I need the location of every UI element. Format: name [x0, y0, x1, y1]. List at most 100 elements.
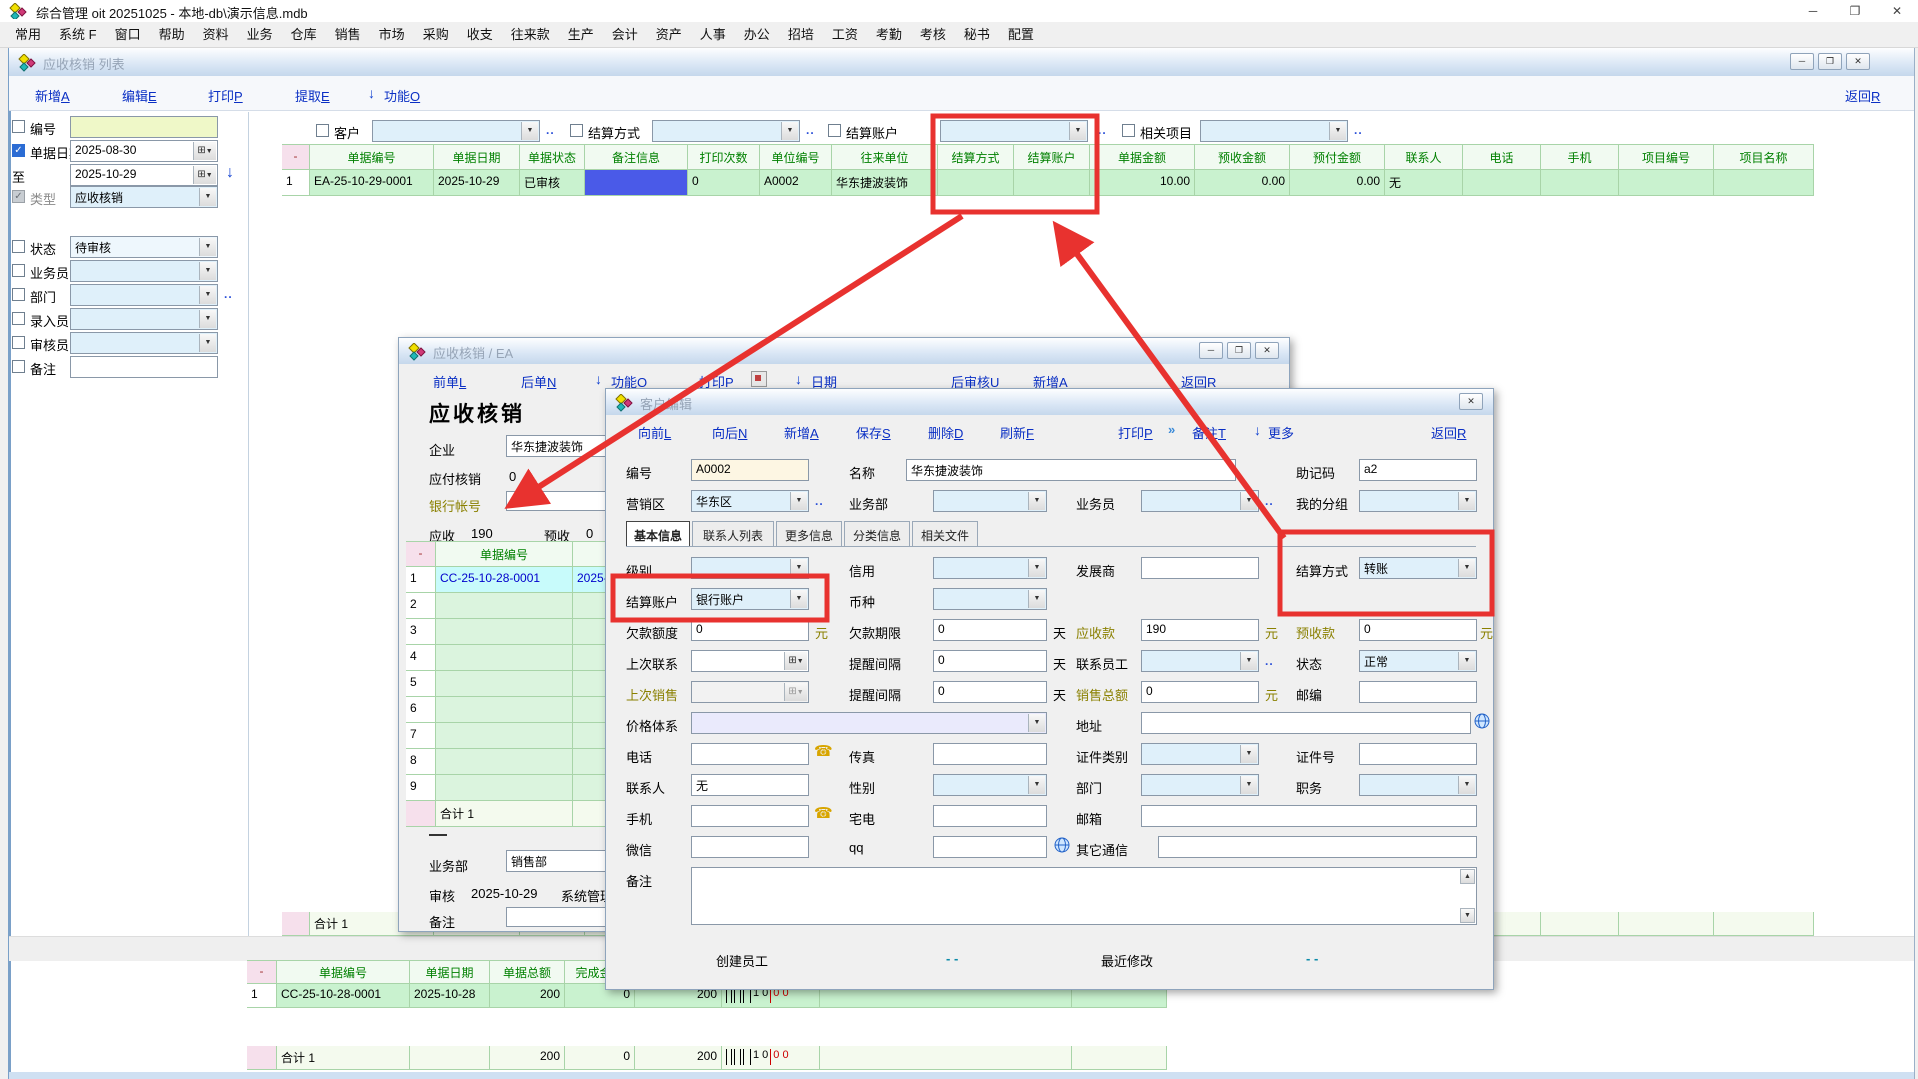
chevron-down-icon[interactable]: ▼: [790, 492, 807, 510]
debt-limit-input[interactable]: 0: [691, 619, 809, 641]
settle-method-lookup-button[interactable]: ..: [806, 123, 815, 137]
column-header[interactable]: 单位编号: [760, 144, 832, 170]
menu-item[interactable]: 秘书: [955, 22, 999, 47]
filter-code-input[interactable]: [70, 116, 218, 138]
filter-status-combo[interactable]: 待审核▼: [70, 236, 218, 258]
cert-no-input[interactable]: [1359, 743, 1477, 765]
code-input[interactable]: A0002: [691, 459, 809, 481]
column-header[interactable]: 联系人: [1385, 144, 1463, 170]
group-combo[interactable]: ▼: [1359, 490, 1477, 512]
chevron-down-icon[interactable]: ▼: [199, 262, 216, 280]
name-input[interactable]: 华东捷波装饰: [906, 459, 1236, 481]
column-header[interactable]: 手机: [1541, 144, 1619, 170]
credit-combo[interactable]: ▼: [933, 557, 1047, 579]
chevron-down-icon[interactable]: ▼: [1458, 652, 1475, 670]
contact-input[interactable]: 无: [691, 774, 809, 796]
filter-note-checkbox[interactable]: [12, 360, 25, 373]
menu-item[interactable]: 市场: [370, 22, 414, 47]
list-close-icon[interactable]: ✕: [1846, 53, 1870, 70]
chevron-down-icon[interactable]: ▼: [1458, 776, 1475, 794]
print-button[interactable]: 打印P: [1118, 423, 1153, 442]
filter-code-checkbox[interactable]: [12, 120, 25, 133]
region-combo[interactable]: 华东区▼: [691, 490, 809, 512]
menu-item[interactable]: 会计: [603, 22, 647, 47]
filter-date-to-input[interactable]: 2025-10-29⊞▼: [70, 164, 218, 186]
list-minimize-icon[interactable]: ─: [1790, 53, 1814, 70]
settle-account-lookup-button[interactable]: ..: [1098, 123, 1107, 137]
column-header[interactable]: 单据编号: [436, 541, 573, 567]
tab-more-info[interactable]: 更多信息: [776, 521, 842, 547]
filter-date-checkbox[interactable]: ✓: [12, 144, 25, 157]
contact-emp-combo[interactable]: ▼: [1141, 650, 1259, 672]
menu-item[interactable]: 收支: [458, 22, 502, 47]
prev-doc-button[interactable]: 前单L: [433, 372, 466, 391]
level-combo[interactable]: ▼: [691, 557, 809, 579]
globe-icon[interactable]: [1474, 713, 1491, 730]
tab-basic-info[interactable]: 基本信息: [626, 521, 690, 547]
chevron-down-icon[interactable]: ▼: [1240, 492, 1257, 510]
chevron-down-icon[interactable]: ▼: [1028, 714, 1045, 732]
chevron-down-icon[interactable]: ▼: [199, 286, 216, 304]
project-filter-checkbox[interactable]: [1122, 124, 1135, 137]
filter-dept-checkbox[interactable]: [12, 288, 25, 301]
cert-type-combo[interactable]: ▼: [1141, 743, 1259, 765]
chevron-down-icon[interactable]: ▼: [781, 122, 798, 140]
price-system-combo[interactable]: ▼: [691, 712, 1047, 734]
chevron-down-icon[interactable]: ▼: [1240, 776, 1257, 794]
address-input[interactable]: [1141, 712, 1471, 734]
print-preview-icon[interactable]: [751, 371, 767, 387]
tab-related-files[interactable]: 相关文件: [912, 521, 978, 547]
home-phone-input[interactable]: [933, 805, 1047, 827]
menu-item[interactable]: 窗口: [106, 22, 150, 47]
print-button[interactable]: 打印P: [208, 86, 243, 105]
project-filter-combo[interactable]: ▼: [1200, 120, 1348, 142]
menu-item[interactable]: 工资: [823, 22, 867, 47]
customer-lookup-button[interactable]: ..: [546, 123, 555, 137]
gender-combo[interactable]: ▼: [933, 774, 1047, 796]
column-header[interactable]: 打印次数: [688, 144, 760, 170]
salesman-lookup-button[interactable]: ..: [1265, 494, 1274, 508]
filter-salesman-combo[interactable]: ▼: [70, 260, 218, 282]
column-header[interactable]: -: [406, 541, 436, 567]
chevron-down-icon[interactable]: ▼: [790, 590, 807, 608]
filter-date-from-input[interactable]: 2025-08-30⊞▼: [70, 140, 218, 162]
menu-item[interactable]: 考核: [911, 22, 955, 47]
apply-date-arrow-icon[interactable]: ↓: [226, 164, 234, 182]
chevron-down-icon[interactable]: ▼: [790, 559, 807, 577]
scroll-down-icon[interactable]: ▼: [1460, 908, 1475, 923]
filter-entry-combo[interactable]: ▼: [70, 308, 218, 330]
mnemonic-input[interactable]: a2: [1359, 459, 1477, 481]
chevron-down-icon[interactable]: ▼: [199, 188, 216, 206]
chevron-down-icon[interactable]: ▼: [1458, 559, 1475, 577]
prev-button[interactable]: 向前L: [638, 423, 671, 442]
column-header[interactable]: -: [282, 144, 310, 170]
more-tools-icon[interactable]: »: [1168, 422, 1175, 437]
remind2-input[interactable]: 0: [933, 681, 1047, 703]
menu-item[interactable]: 配置: [999, 22, 1043, 47]
filter-auditor-combo[interactable]: ▼: [70, 332, 218, 354]
job-title-combo[interactable]: ▼: [1359, 774, 1477, 796]
tab-contact-list[interactable]: 联系人列表: [692, 521, 774, 547]
menu-item[interactable]: 生产: [559, 22, 603, 47]
zip-input[interactable]: [1359, 681, 1477, 703]
filter-status-checkbox[interactable]: [12, 240, 25, 253]
column-header[interactable]: 单据编号: [310, 144, 434, 170]
menu-item[interactable]: 常用: [6, 22, 50, 47]
column-header[interactable]: 项目名称: [1714, 144, 1814, 170]
chevron-down-icon[interactable]: ▼: [1240, 652, 1257, 670]
refresh-button[interactable]: 刷新F: [1000, 423, 1034, 442]
menu-item[interactable]: 招培: [779, 22, 823, 47]
chevron-down-icon[interactable]: ▼: [199, 238, 216, 256]
column-header[interactable]: 单据编号: [277, 960, 410, 984]
column-header[interactable]: -: [247, 960, 277, 984]
back-button[interactable]: 返回R: [1431, 423, 1466, 442]
list-maximize-icon[interactable]: ❐: [1818, 53, 1842, 70]
phone-icon[interactable]: ☎: [814, 742, 833, 760]
dept2-combo[interactable]: ▼: [1141, 774, 1259, 796]
chevron-down-icon[interactable]: ▼: [1458, 492, 1475, 510]
ea-close-icon[interactable]: ✕: [1255, 342, 1279, 359]
chevron-down-icon[interactable]: ▼: [199, 334, 216, 352]
column-header[interactable]: 往来单位: [832, 144, 938, 170]
menu-item[interactable]: 系统 F: [50, 22, 106, 47]
next-doc-button[interactable]: 后单N: [521, 372, 556, 391]
